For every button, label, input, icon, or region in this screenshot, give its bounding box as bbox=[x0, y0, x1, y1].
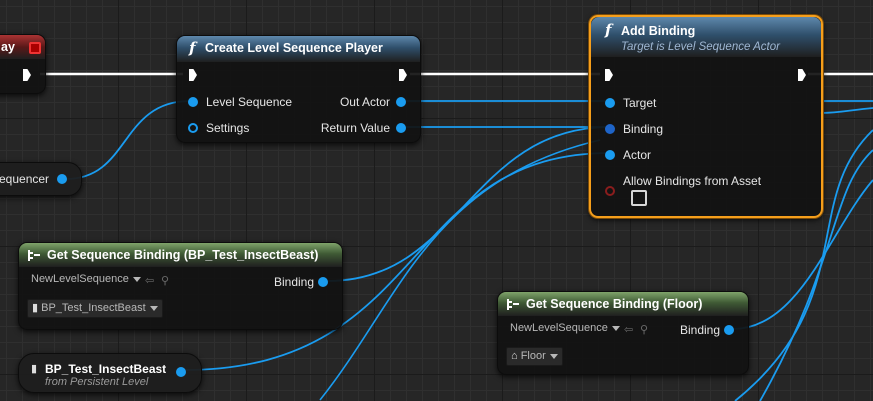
insect-reference-title: BP_Test_InsectBeast bbox=[45, 362, 167, 376]
return-value-label: Return Value bbox=[320, 121, 390, 135]
allow-bindings-pin[interactable] bbox=[605, 186, 615, 196]
wire-addbinding-out-2 bbox=[819, 107, 873, 114]
sequencer-variable-node[interactable]: equencer bbox=[0, 162, 82, 196]
target-pin[interactable] bbox=[605, 98, 615, 108]
chevron-down-icon bbox=[611, 325, 620, 331]
sequencer-variable-label: equencer bbox=[0, 172, 50, 186]
floor-binding-output-label: Binding bbox=[679, 323, 720, 337]
search-icon[interactable]: ⚲ bbox=[640, 323, 648, 336]
insect-actor-picker[interactable]: ▮ BP_Test_InsectBeast bbox=[27, 299, 163, 318]
get-binding-floor-title: Get Sequence Binding (Floor) bbox=[526, 297, 703, 311]
chevron-down-icon bbox=[549, 353, 558, 359]
browse-icon[interactable]: ⇦ bbox=[145, 274, 154, 287]
actor-pin[interactable] bbox=[605, 150, 615, 160]
binding-label: Binding bbox=[623, 122, 664, 136]
add-binding-node[interactable]: f Add Binding Target is Level Sequence A… bbox=[589, 15, 823, 218]
floor-sequence-asset-picker[interactable]: NewLevelSequence bbox=[506, 322, 624, 339]
floor-sequence-asset-value: NewLevelSequence bbox=[510, 322, 608, 334]
return-value-pin[interactable] bbox=[396, 123, 406, 133]
function-icon: f bbox=[605, 21, 612, 39]
floor-binding-output-pin[interactable] bbox=[724, 325, 734, 335]
event-node-title: ay bbox=[1, 40, 15, 54]
get-sequence-binding-floor-node[interactable]: Get Sequence Binding (Floor) NewLevelSeq… bbox=[497, 291, 749, 375]
blueprint-graph[interactable]: ay f Create Level Sequence Player Level … bbox=[0, 0, 873, 401]
actor-label: Actor bbox=[623, 148, 652, 162]
allow-bindings-checkbox[interactable] bbox=[631, 190, 647, 206]
insect-binding-output-label: Binding bbox=[273, 275, 314, 289]
insect-reference-subtitle: from Persistent Level bbox=[45, 376, 149, 388]
event-node[interactable]: ay bbox=[0, 34, 46, 94]
insect-binding-output-pin[interactable] bbox=[318, 277, 328, 287]
create-level-sequence-player-node[interactable]: f Create Level Sequence Player Level Seq… bbox=[176, 35, 421, 143]
floor-actor-value: Floor bbox=[520, 350, 546, 362]
out-actor-pin[interactable] bbox=[396, 97, 406, 107]
get-binding-insect-title: Get Sequence Binding (BP_Test_InsectBeas… bbox=[47, 248, 319, 262]
get-sequence-binding-insect-node[interactable]: Get Sequence Binding (BP_Test_InsectBeas… bbox=[18, 242, 343, 330]
level-sequence-pin[interactable] bbox=[188, 97, 198, 107]
insect-actor-value: BP_Test_InsectBeast bbox=[41, 302, 146, 314]
add-binding-subtitle: Target is Level Sequence Actor bbox=[621, 41, 780, 53]
chevron-down-icon bbox=[132, 276, 141, 282]
settings-label: Settings bbox=[206, 121, 250, 135]
sequencer-variable-pin[interactable] bbox=[57, 174, 67, 184]
struct-arrow-icon bbox=[28, 250, 42, 261]
target-label: Target bbox=[623, 96, 657, 110]
browse-icon[interactable]: ⇦ bbox=[624, 323, 633, 336]
struct-arrow-icon bbox=[507, 299, 521, 310]
floor-actor-picker[interactable]: ⌂ Floor bbox=[506, 347, 563, 366]
chevron-down-icon bbox=[149, 305, 158, 311]
level-sequence-label: Level Sequence bbox=[206, 95, 293, 109]
event-delegate-pin[interactable] bbox=[29, 42, 41, 54]
actor-icon: ▮ bbox=[32, 302, 42, 314]
sequence-asset-picker[interactable]: NewLevelSequence bbox=[27, 273, 145, 290]
house-icon: ⌂ bbox=[511, 350, 521, 362]
function-icon: f bbox=[189, 39, 196, 57]
binding-pin[interactable] bbox=[605, 124, 615, 134]
insect-reference-output-pin[interactable] bbox=[176, 367, 186, 377]
out-actor-label: Out Actor bbox=[339, 95, 390, 109]
settings-pin[interactable] bbox=[188, 123, 198, 133]
add-binding-title: Add Binding bbox=[621, 24, 696, 38]
actor-icon: ▮ bbox=[31, 363, 38, 375]
search-icon[interactable]: ⚲ bbox=[161, 274, 169, 287]
sequence-asset-value: NewLevelSequence bbox=[31, 273, 129, 285]
insect-beast-reference-node[interactable]: ▮ BP_Test_InsectBeast from Persistent Le… bbox=[18, 353, 202, 393]
allow-bindings-label: Allow Bindings from Asset bbox=[623, 174, 762, 188]
create-player-title: Create Level Sequence Player bbox=[205, 41, 383, 55]
wire-sequencer-to-levelseq bbox=[65, 100, 191, 180]
